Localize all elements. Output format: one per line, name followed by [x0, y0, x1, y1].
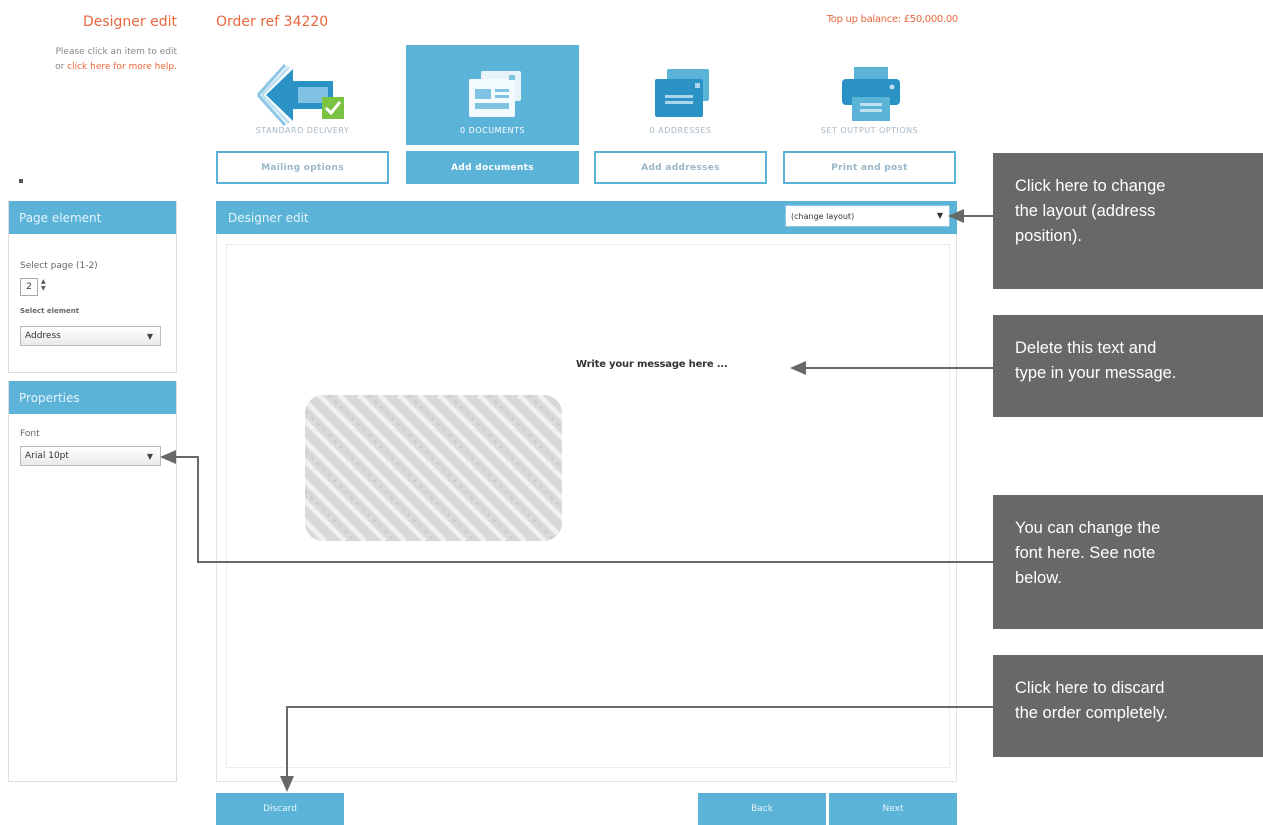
callout-change-layout: Click here to change the layout (address…	[993, 153, 1263, 289]
callout-line: You can change the	[1015, 519, 1161, 537]
help-line-2: or click here for more help.	[0, 60, 177, 75]
properties-panel: Properties Font Arial 10pt ▼	[8, 381, 177, 782]
callout-line: below.	[1015, 569, 1062, 587]
chevron-down-icon: ▼	[936, 211, 943, 220]
callout-line: type in your message.	[1015, 364, 1177, 382]
step-label: SET OUTPUT OPTIONS	[820, 126, 919, 135]
chevron-down-icon: ▼	[146, 452, 153, 461]
callout-line: position).	[1015, 227, 1082, 245]
callout-line: Click here to discard	[1015, 679, 1165, 697]
add-addresses-button[interactable]: Add addresses	[594, 151, 767, 184]
callout-font: You can change the font here. See note b…	[993, 495, 1263, 629]
step-documents[interactable]: 0 DOCUMENTS	[406, 45, 579, 145]
bullet-dot	[19, 179, 23, 183]
next-button[interactable]: Next	[829, 793, 957, 825]
callout-line: the layout (address	[1015, 202, 1156, 220]
printer-icon	[841, 67, 900, 121]
callout-discard: Click here to discard the order complete…	[993, 655, 1263, 757]
callout-line: the order completely.	[1015, 704, 1168, 722]
documents-icon	[468, 71, 521, 117]
print-and-post-button[interactable]: Print and post	[783, 151, 956, 184]
chevron-down-icon: ▼	[146, 332, 153, 341]
help-prefix: or	[55, 62, 68, 72]
add-documents-button[interactable]: Add documents	[406, 151, 579, 184]
message-text[interactable]: Write your message here ...	[576, 359, 728, 370]
font-label: Font	[20, 429, 40, 439]
select-page-label: Select page (1-2)	[20, 261, 98, 271]
order-ref: Order ref 34220	[216, 14, 329, 30]
page-element-title: Page element	[9, 201, 176, 234]
addresses-icon	[654, 69, 709, 117]
change-layout-select[interactable]: (change layout) ▼	[785, 205, 950, 227]
page-title: Designer edit	[82, 14, 177, 30]
topup-balance: Top up balance: £50,000.00	[826, 14, 959, 25]
address-window-placeholder[interactable]	[305, 395, 562, 541]
element-select-value: Address	[25, 331, 61, 341]
callout-message: Delete this text and type in your messag…	[993, 315, 1263, 417]
step-output[interactable]: SET OUTPUT OPTIONS	[783, 45, 956, 145]
properties-title: Properties	[9, 381, 176, 414]
element-select[interactable]: Address ▼	[20, 326, 161, 346]
mailing-options-button[interactable]: Mailing options	[216, 151, 389, 184]
delivery-icon	[256, 63, 344, 127]
layout-select-value: (change layout)	[791, 211, 855, 221]
select-element-label: Select element	[20, 307, 80, 315]
font-select[interactable]: Arial 10pt ▼	[20, 446, 161, 466]
help-link[interactable]: click here for more help.	[67, 62, 177, 72]
step-delivery[interactable]: STANDARD DELIVERY	[216, 45, 389, 145]
callout-line: Click here to change	[1015, 177, 1166, 195]
stepper-arrows-icon[interactable]: ▲ ▼	[41, 278, 46, 292]
callout-line: font here. See note	[1015, 544, 1156, 562]
step-label: STANDARD DELIVERY	[255, 126, 350, 135]
back-button[interactable]: Back	[698, 793, 826, 825]
step-label: 0 ADDRESSES	[649, 126, 712, 135]
help-line: Please click an item to edit	[55, 47, 178, 57]
discard-button[interactable]: Discard	[216, 793, 344, 825]
page-stepper[interactable]: 2	[20, 278, 38, 296]
step-label: 0 DOCUMENTS	[460, 126, 525, 135]
font-select-value: Arial 10pt	[25, 451, 69, 461]
help-text: Please click an item to edit or click he…	[0, 45, 177, 75]
address-pattern-icon	[305, 395, 562, 541]
callout-line: Delete this text and	[1015, 339, 1157, 357]
page-element-panel: Page element Select page (1-2) 2 ▲ ▼ Sele…	[8, 201, 177, 373]
designer-edit-title: Designer edit	[228, 210, 309, 225]
step-addresses[interactable]: 0 ADDRESSES	[594, 45, 767, 145]
